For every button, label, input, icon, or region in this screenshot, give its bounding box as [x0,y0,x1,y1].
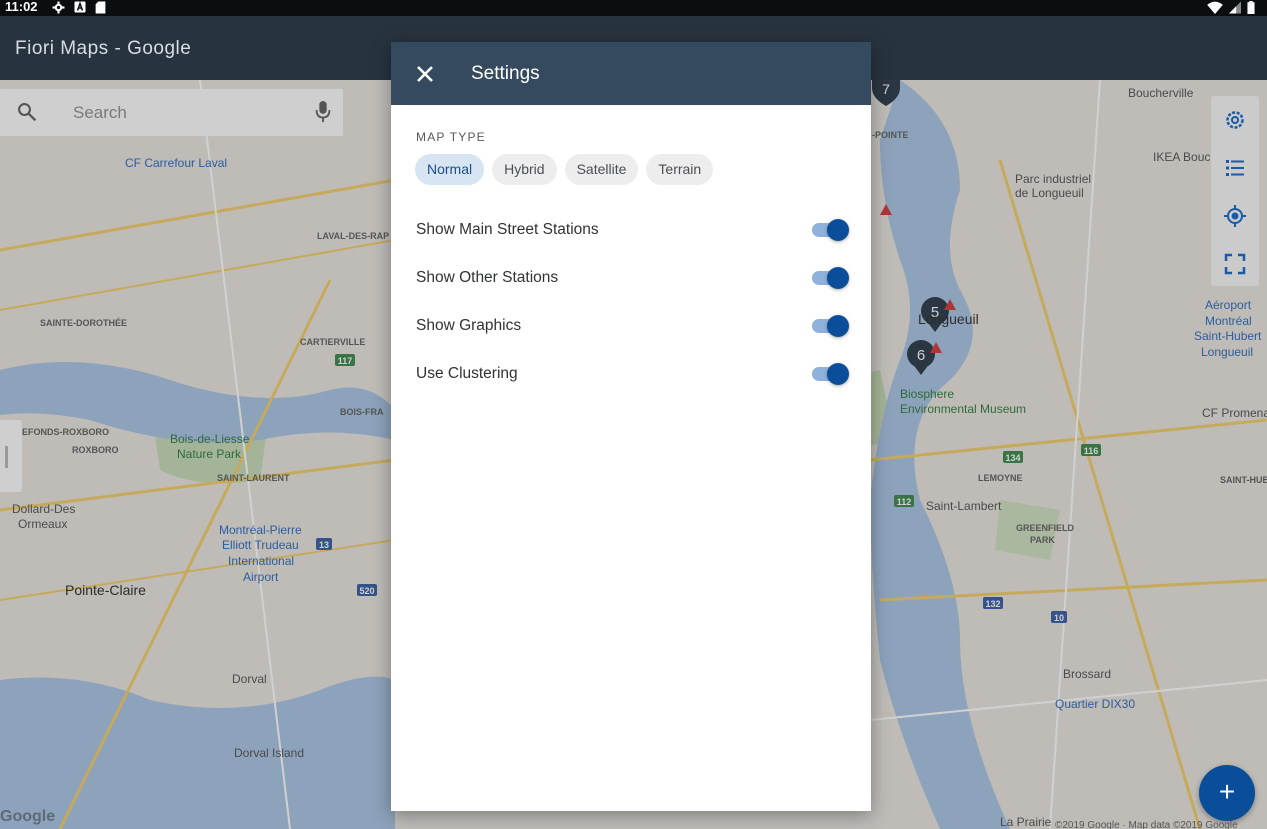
fullscreen-icon[interactable] [1223,252,1247,276]
map-label: ROXBORO [72,445,119,455]
map-label: Dollard-Des [12,502,76,516]
signal-icon [1229,1,1241,13]
setting-label: Use Clustering [416,365,518,382]
wifi-icon [1207,1,1223,14]
map-label: CF Promena [1202,406,1267,420]
search-icon[interactable] [17,102,37,122]
map-label: EFONDS-ROXBORO [22,427,110,437]
setting-label: Show Other Stations [416,269,559,286]
dialog-header: Settings [391,42,871,105]
map-label: Nature Park [177,447,242,461]
settings-icon[interactable] [1223,108,1247,132]
toggle-thumb [827,315,849,337]
map-label: CF Carrefour Laval [125,156,228,170]
chip-satellite[interactable]: Satellite [564,154,639,185]
map-label: LAVAL-DES-RAP [317,231,390,241]
map-label: Saint-Lambert [926,499,1002,513]
setting-row-graphics: Show Graphics [416,311,849,341]
graphics-toggle[interactable] [811,315,849,337]
gear-icon [52,1,65,13]
map-label: CARTIERVILLE [300,337,366,347]
chip-hybrid[interactable]: Hybrid [492,154,557,185]
close-icon[interactable] [413,62,437,86]
map-label: Aéroport [1205,298,1252,312]
microphone-icon[interactable] [315,101,331,123]
setting-label: Show Main Street Stations [416,221,599,238]
chip-terrain[interactable]: Terrain [646,154,714,185]
map-label: Ormeaux [18,517,68,531]
map-label: Airport [243,570,279,584]
map-label: BOIS-FRA [340,407,384,417]
map-label: Pointe-Claire [65,582,146,598]
map-label: International [228,554,295,568]
map-label: Brossard [1063,667,1112,681]
map-label: PARK [1030,535,1055,545]
toggle-thumb [827,219,849,241]
map-label: SAINT-HUB [1220,475,1267,485]
map-label: GREENFIELD [1016,523,1075,533]
map-label: Dorval Island [234,746,305,760]
add-icon: + [1218,776,1236,807]
add-fab-button[interactable]: + [1199,765,1255,821]
a-icon [74,1,86,13]
settings-dialog: Settings MAP TYPE Normal Hybrid Satellit… [391,42,871,811]
map-label: Longueuil [1201,345,1254,359]
map-label: IKEA Bouc [1153,150,1211,164]
clustering-toggle[interactable] [811,363,849,385]
drawer-grip [5,446,8,468]
map-label: Quartier DIX30 [1055,697,1136,711]
map-label: -POINTE [872,130,909,140]
list-icon[interactable] [1223,156,1247,180]
status-bar: 11:02 [0,0,1267,16]
status-time: 11:02 [5,0,38,14]
other-stations-toggle[interactable] [811,267,849,289]
side-drawer-handle[interactable] [0,420,22,492]
map-label: Longueuil [918,311,979,327]
map-label: Environmental Museum [900,402,1027,416]
map-label: Parc industriel [1015,172,1092,186]
main-street-stations-toggle[interactable] [811,219,849,241]
map-label: de Longueuil [1015,186,1084,200]
map-label: Bois-de-Liesse [170,432,250,446]
setting-row-main-street: Show Main Street Stations [416,215,849,245]
map-label: SAINT-LAURENT [217,473,290,483]
setting-row-other-stations: Show Other Stations [416,263,849,293]
search-bar[interactable]: Search [0,89,343,136]
chip-normal[interactable]: Normal [415,154,485,185]
map-label: La Prairie [1000,815,1052,829]
google-attribution: Google [0,808,56,825]
map-copyright: ©2019 Google · Map data ©2019 Google [1055,820,1238,829]
map-label: Dorval [232,672,267,686]
setting-label: Show Graphics [416,317,522,334]
setting-row-clustering: Use Clustering [416,359,849,389]
map-label: SAINTE-DOROTHÉE [40,318,128,328]
map-label: Boucherville [1128,86,1194,100]
map-tools [1211,96,1259,286]
map-type-chips: Normal Hybrid Satellite Terrain [415,154,714,185]
map-label: Montréal-Pierre [219,523,302,537]
search-input[interactable]: Search [73,103,127,123]
map-label: LEMOYNE [978,473,1023,483]
toggle-thumb [827,363,849,385]
battery-icon [1247,0,1255,14]
app-title: Fiori Maps - Google [15,38,192,59]
map-label: Biosphere [900,387,955,401]
map-label: Saint-Hubert [1194,329,1262,343]
locate-icon[interactable] [1223,204,1247,228]
map-type-label: MAP TYPE [416,130,486,144]
toggle-thumb [827,267,849,289]
dialog-title: Settings [471,63,540,84]
map-label: Montréal [1205,314,1252,328]
sdcard-icon [95,1,106,13]
map-label: Elliott Trudeau [222,538,299,552]
